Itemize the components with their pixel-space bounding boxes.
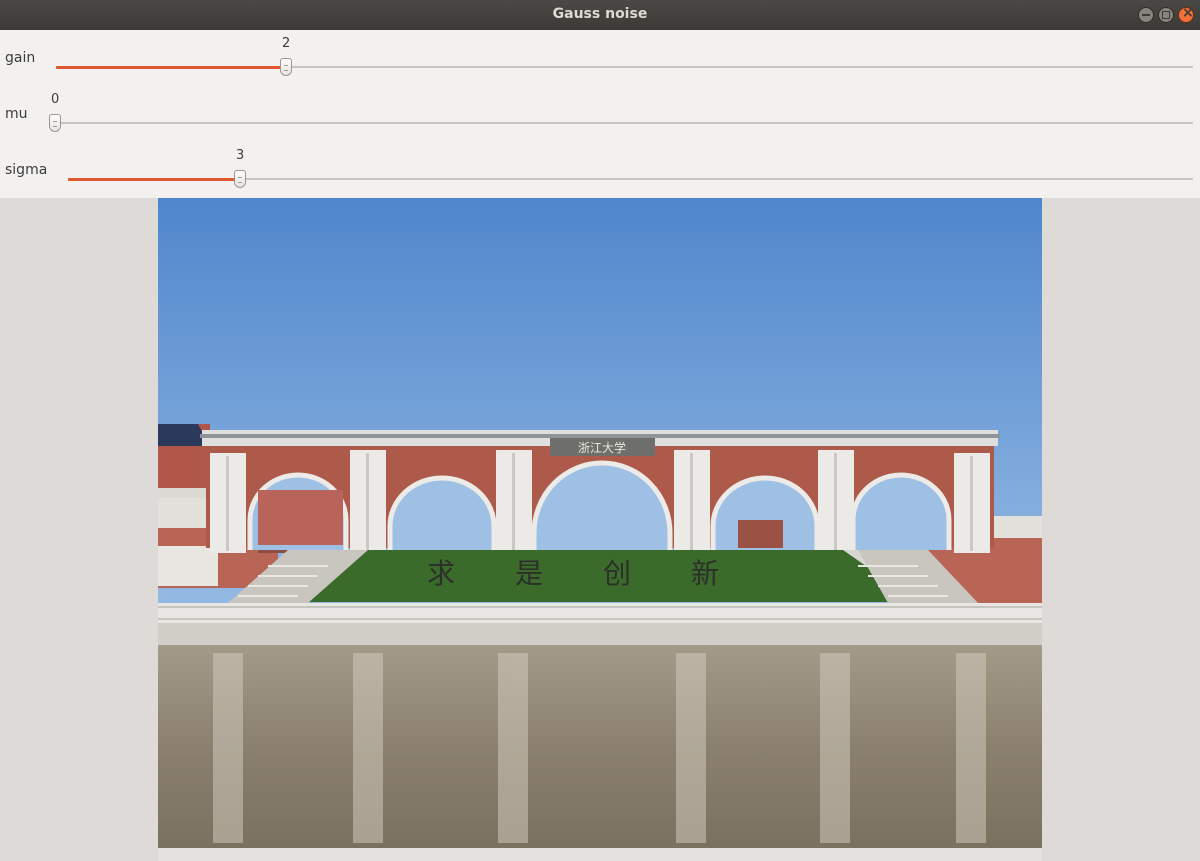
slider-fill xyxy=(56,66,286,69)
slider-fill xyxy=(68,178,240,181)
slider-value: 3 xyxy=(236,148,245,163)
slider-label: sigma xyxy=(5,162,48,178)
campus-gate-photo: 浙江大学 求是创新 xyxy=(158,198,1042,861)
slider-label: gain xyxy=(5,50,36,66)
slider-value: 2 xyxy=(282,36,291,51)
slider-row-sigma: sigma 3 xyxy=(0,142,1200,198)
slider-label: mu xyxy=(5,106,28,122)
slider-row-gain: gain 2 xyxy=(0,30,1200,86)
window-title: Gauss noise xyxy=(552,6,648,22)
slider-value: 0 xyxy=(51,92,60,107)
slider-track[interactable] xyxy=(55,122,1193,124)
svg-text:浙江大学: 浙江大学 xyxy=(578,440,626,455)
trackbar-panel: gain 2 mu 0 sigma 3 xyxy=(0,30,1200,198)
slider-row-mu: mu 0 xyxy=(0,86,1200,142)
close-icon[interactable] xyxy=(1178,5,1194,23)
minimize-icon[interactable] xyxy=(1138,7,1154,23)
slider-handle[interactable] xyxy=(234,170,246,188)
window-titlebar[interactable]: Gauss noise xyxy=(0,0,1200,30)
svg-text:求是创新: 求是创新 xyxy=(427,557,779,590)
maximize-icon[interactable] xyxy=(1158,7,1174,23)
river xyxy=(158,645,1042,853)
image-display: 浙江大学 求是创新 xyxy=(158,198,1042,861)
slider-handle[interactable] xyxy=(280,58,292,76)
slider-handle[interactable] xyxy=(49,114,61,132)
